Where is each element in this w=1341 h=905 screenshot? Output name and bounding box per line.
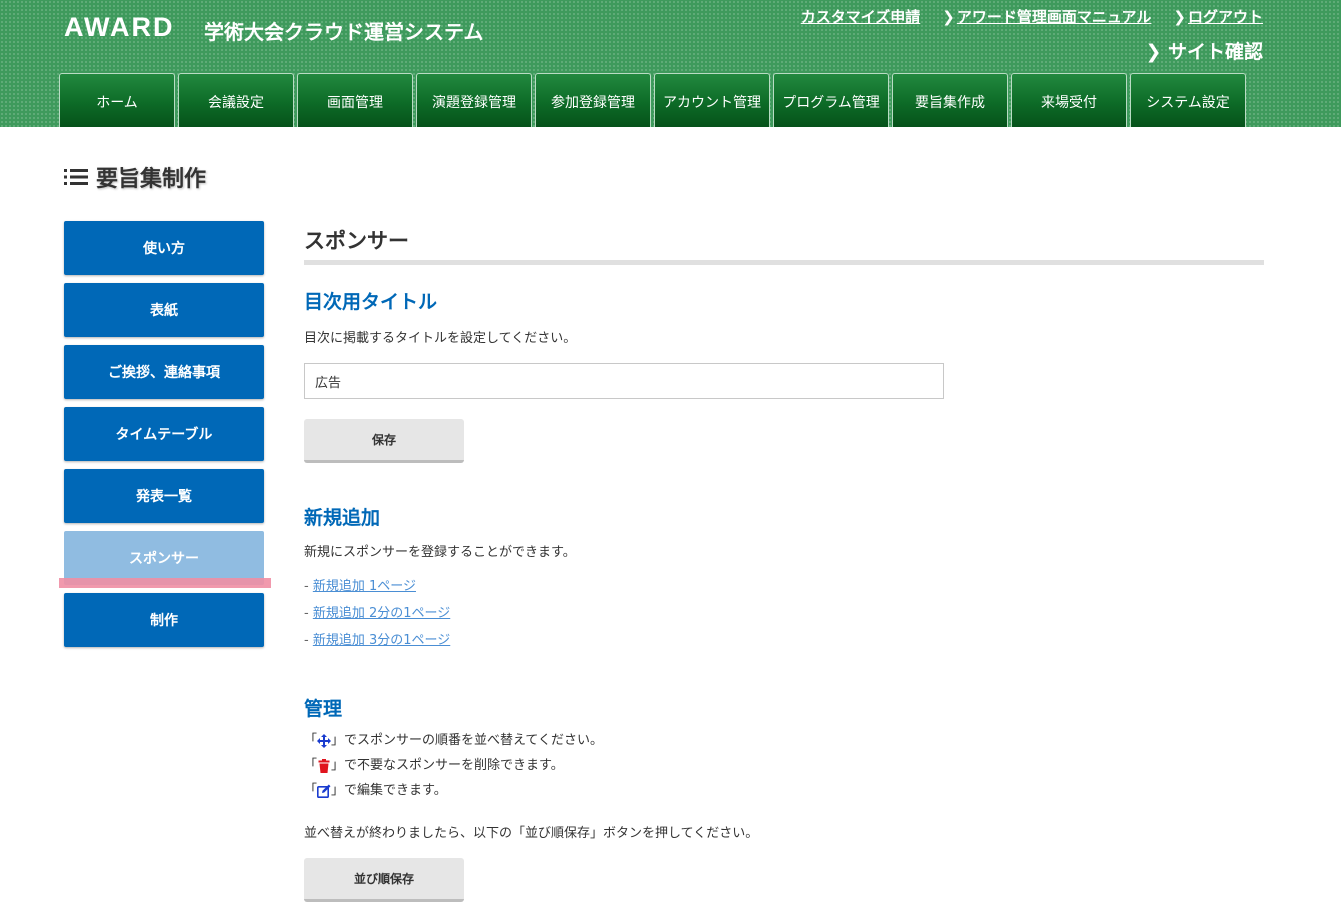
new-third-page-link[interactable]: 新規追加 3分の1ページ — [313, 633, 450, 648]
page-heading: 要旨集制作 — [64, 161, 206, 193]
list-item: - 新規追加 2分の1ページ — [304, 600, 450, 627]
logout-link[interactable]: ❯ ログアウト — [1173, 6, 1263, 27]
site-header: AWARD 学術大会クラウド運営システム カスタマイズ申請 ❯ アワード管理画面マ… — [0, 0, 1341, 127]
system-title: 学術大会クラウド運営システム — [204, 20, 484, 44]
nav-tab-program-management[interactable]: プログラム管理 — [773, 73, 889, 127]
open-bracket: 「 — [304, 758, 318, 773]
sort-save-button[interactable]: 並び順保存 — [304, 858, 464, 902]
manual-label: アワード管理画面マニュアル — [956, 8, 1152, 26]
nav-tab-conference-settings[interactable]: 会議設定 — [178, 73, 294, 127]
logout-label: ログアウト — [1187, 8, 1263, 26]
open-bracket: 「 — [304, 783, 318, 798]
chevron-right-icon: ❯ — [1173, 8, 1186, 26]
new-heading: 新規追加 — [304, 507, 381, 529]
toc-title-input[interactable] — [304, 363, 944, 399]
nav-tab-system-settings[interactable]: システム設定 — [1130, 73, 1246, 127]
sidebar-item-timetable[interactable]: タイムテーブル — [64, 407, 264, 461]
nav-tab-screen-management[interactable]: 画面管理 — [297, 73, 413, 127]
new-description: 新規にスポンサーを登録することができます。 — [304, 545, 576, 560]
new-half-page-link[interactable]: 新規追加 2分の1ページ — [313, 606, 450, 621]
toc-description: 目次に掲載するタイトルを設定してください。 — [304, 331, 577, 346]
sidebar-item-greetings[interactable]: ご挨拶、連絡事項 — [64, 345, 264, 399]
customize-request-link[interactable]: カスタマイズ申請 — [801, 6, 921, 27]
list-item: - 新規追加 1ページ — [304, 573, 450, 600]
list-item: - 新規追加 3分の1ページ — [304, 627, 450, 654]
award-logo[interactable]: AWARD — [64, 12, 175, 43]
section-title: スポンサー — [304, 221, 1264, 265]
edit-instruction: 「 」 で編集できます。 — [304, 778, 603, 803]
nav-tab-reception[interactable]: 来場受付 — [1011, 73, 1127, 127]
customize-request-label: カスタマイズ申請 — [800, 8, 921, 26]
link-prefix: - — [304, 579, 313, 594]
delete-instruction-text: で不要なスポンサーを削除できます。 — [344, 758, 564, 773]
close-bracket: 」 — [331, 783, 345, 798]
move-icon — [317, 733, 332, 748]
sidebar: 使い方 表紙 ご挨拶、連絡事項 タイムテーブル 発表一覧 スポンサー 制作 — [64, 221, 264, 655]
sidebar-item-production[interactable]: 制作 — [64, 593, 264, 647]
new-links: - 新規追加 1ページ - 新規追加 2分の1ページ - 新規追加 3分の1ペー… — [304, 573, 450, 654]
nav-tab-abstract-registration[interactable]: 演題登録管理 — [416, 73, 532, 127]
manual-link[interactable]: ❯ アワード管理画面マニュアル — [942, 6, 1151, 27]
sidebar-item-presentation-list[interactable]: 発表一覧 — [64, 469, 264, 523]
sort-note: 並べ替えが終わりましたら、以下の「並び順保存」ボタンを押してください。 — [304, 826, 759, 841]
page-title: 要旨集制作 — [96, 167, 207, 192]
link-prefix: - — [304, 606, 313, 621]
delete-instruction: 「 」 で不要なスポンサーを削除できます。 — [304, 753, 603, 778]
close-bracket: 」 — [331, 733, 345, 748]
move-instruction-text: でスポンサーの順番を並べ替えてください。 — [344, 733, 603, 748]
site-check-link[interactable]: ❯ サイト確認 — [1145, 37, 1263, 64]
top-links: カスタマイズ申請 ❯ アワード管理画面マニュアル ❯ ログアウト — [801, 6, 1263, 27]
manage-heading: 管理 — [304, 698, 343, 720]
nav-tab-home[interactable]: ホーム — [59, 73, 175, 127]
sidebar-item-sponsor[interactable]: スポンサー — [64, 531, 264, 585]
main-nav: ホーム 会議設定 画面管理 演題登録管理 参加登録管理 アカウント管理 プログラ… — [59, 73, 1246, 127]
close-bracket: 」 — [331, 758, 345, 773]
edit-icon — [317, 784, 331, 798]
nav-tab-abstract-book[interactable]: 要旨集作成 — [892, 73, 1008, 127]
save-button[interactable]: 保存 — [304, 419, 464, 463]
list-icon — [64, 169, 88, 185]
main-content: スポンサー — [304, 221, 1264, 265]
sidebar-item-cover[interactable]: 表紙 — [64, 283, 264, 337]
toc-heading: 目次用タイトル — [304, 291, 438, 313]
nav-tab-participant-registration[interactable]: 参加登録管理 — [535, 73, 651, 127]
move-instruction: 「 」 でスポンサーの順番を並べ替えてください。 — [304, 728, 603, 753]
nav-tab-account-management[interactable]: アカウント管理 — [654, 73, 770, 127]
manage-instructions: 「 」 でスポンサーの順番を並べ替えてください。 「 」 で不要なスポンサーを削… — [304, 728, 603, 803]
chevron-right-icon: ❯ — [1145, 41, 1162, 63]
open-bracket: 「 — [304, 733, 318, 748]
site-check-label: サイト確認 — [1167, 41, 1263, 63]
edit-instruction-text: で編集できます。 — [344, 783, 447, 798]
active-highlight-bar — [59, 578, 271, 588]
sidebar-item-usage[interactable]: 使い方 — [64, 221, 264, 275]
new-full-page-link[interactable]: 新規追加 1ページ — [313, 579, 416, 594]
link-prefix: - — [304, 633, 313, 648]
trash-icon — [318, 758, 330, 773]
chevron-right-icon: ❯ — [942, 8, 955, 26]
